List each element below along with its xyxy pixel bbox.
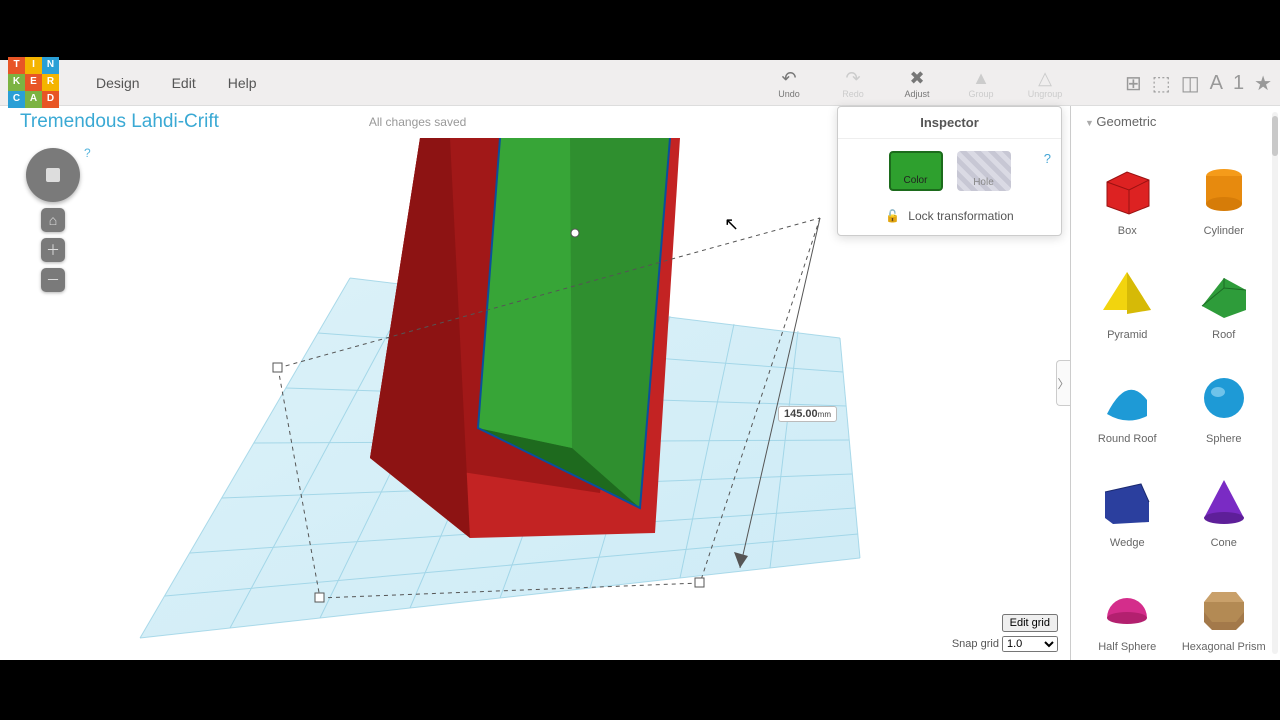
shape-label: Roof bbox=[1212, 329, 1235, 341]
view-icon-5[interactable]: ★ bbox=[1254, 71, 1272, 96]
lock-icon: 🔓 bbox=[885, 209, 900, 223]
color-swatch[interactable]: Color bbox=[889, 151, 943, 191]
shape-thumb-icon bbox=[1189, 365, 1259, 429]
edit-grid-button[interactable]: Edit grid bbox=[1002, 614, 1058, 632]
lock-label: Lock transformation bbox=[908, 209, 1013, 223]
group-button: ▲Group bbox=[961, 68, 1001, 99]
hole-swatch[interactable]: Hole bbox=[957, 151, 1011, 191]
shape-label: Sphere bbox=[1206, 433, 1241, 445]
home-view-button[interactable]: ⌂ bbox=[41, 208, 65, 232]
shape-roof[interactable]: Roof bbox=[1176, 241, 1273, 341]
toolbar: ↶Undo ↷Redo ✖Adjust ▲Group △Ungroup bbox=[769, 60, 1065, 106]
menu-design[interactable]: Design bbox=[80, 60, 156, 106]
inspector-title: Inspector bbox=[838, 107, 1061, 139]
ungroup-icon: △ bbox=[1038, 68, 1052, 88]
undo-label: Undo bbox=[778, 89, 800, 99]
undo-icon: ↶ bbox=[781, 68, 796, 88]
ungroup-label: Ungroup bbox=[1028, 89, 1063, 99]
redo-button: ↷Redo bbox=[833, 68, 873, 99]
undo-button[interactable]: ↶Undo bbox=[769, 68, 809, 99]
shapes-panel: Geometric Box Cylinder Pyramid Roof Round Ro… bbox=[1070, 106, 1280, 660]
ungroup-button: △Ungroup bbox=[1025, 68, 1065, 99]
group-label: Group bbox=[968, 89, 993, 99]
shape-thumb-icon bbox=[1092, 573, 1162, 637]
shape-box[interactable]: Box bbox=[1079, 137, 1176, 237]
grid-controls: Edit grid Snap grid 1.0 bbox=[952, 614, 1058, 652]
shape-pyramid[interactable]: Pyramid bbox=[1079, 241, 1176, 341]
adjust-label: Adjust bbox=[904, 89, 929, 99]
snap-grid-select[interactable]: 1.0 bbox=[1002, 636, 1058, 652]
shape-round-roof[interactable]: Round Roof bbox=[1079, 345, 1176, 445]
adjust-icon: ✖ bbox=[909, 68, 924, 88]
shape-label: Half Sphere bbox=[1098, 641, 1156, 653]
shape-label: Box bbox=[1118, 225, 1137, 237]
view-icon-3[interactable]: A bbox=[1210, 72, 1223, 95]
zoom-in-button[interactable]: ＋ bbox=[41, 238, 65, 262]
document-name[interactable]: Tremendous Lahdi-Crift bbox=[20, 111, 219, 133]
shape-category[interactable]: Geometric bbox=[1071, 106, 1280, 137]
shapes-scrollbar[interactable] bbox=[1272, 112, 1278, 654]
lock-transformation[interactable]: 🔓 Lock transformation bbox=[838, 203, 1061, 235]
view-icon-4[interactable]: 1 bbox=[1233, 72, 1244, 95]
redo-icon: ↷ bbox=[845, 68, 860, 88]
view-icon-2[interactable]: ◫ bbox=[1181, 71, 1200, 96]
inspector-panel: Inspector ? Color Hole 🔓 Lock transforma… bbox=[837, 106, 1062, 236]
dimension-label[interactable]: 145.00mm bbox=[778, 406, 837, 422]
logo[interactable]: TINKERCAD bbox=[8, 57, 60, 109]
menu-help[interactable]: Help bbox=[212, 60, 273, 106]
shape-cylinder[interactable]: Cylinder bbox=[1176, 137, 1273, 237]
menu-edit[interactable]: Edit bbox=[156, 60, 212, 106]
color-swatch-label: Color bbox=[904, 175, 928, 186]
shape-thumb-icon bbox=[1189, 469, 1259, 533]
shape-half-sphere[interactable]: Half Sphere bbox=[1079, 553, 1176, 653]
snap-grid-label: Snap grid bbox=[952, 638, 999, 650]
hole-swatch-label: Hole bbox=[973, 177, 994, 188]
view-mode-icons: ⊞ ⬚ ◫ A1 ★ bbox=[1125, 60, 1272, 106]
save-status: All changes saved bbox=[369, 115, 466, 129]
shape-thumb-icon bbox=[1189, 573, 1259, 637]
view-icon-1[interactable]: ⬚ bbox=[1152, 71, 1171, 96]
shape-thumb-icon bbox=[1092, 365, 1162, 429]
nav-help-icon[interactable]: ? bbox=[84, 146, 91, 160]
shape-label: Cone bbox=[1211, 537, 1237, 549]
shape-thumb-icon bbox=[1189, 261, 1259, 325]
shape-wedge[interactable]: Wedge bbox=[1079, 449, 1176, 549]
shape-sphere[interactable]: Sphere bbox=[1176, 345, 1273, 445]
shape-thumb-icon bbox=[1092, 469, 1162, 533]
shape-thumb-icon bbox=[1092, 157, 1162, 221]
orbit-pad[interactable] bbox=[26, 148, 80, 202]
shape-label: Hexagonal Prism bbox=[1182, 641, 1266, 653]
shape-hexagonal-prism[interactable]: Hexagonal Prism bbox=[1176, 553, 1273, 653]
view-navigator[interactable]: ? ⌂ ＋ － bbox=[26, 148, 80, 292]
zoom-out-button[interactable]: － bbox=[41, 268, 65, 292]
shape-label: Wedge bbox=[1110, 537, 1145, 549]
adjust-button[interactable]: ✖Adjust bbox=[897, 68, 937, 99]
shape-cone[interactable]: Cone bbox=[1176, 449, 1273, 549]
shape-label: Cylinder bbox=[1204, 225, 1244, 237]
shape-label: Round Roof bbox=[1098, 433, 1157, 445]
menubar: TINKERCAD DesignEditHelp ↶Undo ↷Redo ✖Adju… bbox=[0, 60, 1280, 106]
panel-collapse-button[interactable]: 〉 bbox=[1056, 360, 1070, 406]
shape-label: Pyramid bbox=[1107, 329, 1147, 341]
inspector-help-icon[interactable]: ? bbox=[1044, 151, 1051, 166]
view-icon-0[interactable]: ⊞ bbox=[1125, 71, 1142, 96]
redo-label: Redo bbox=[842, 89, 864, 99]
shape-thumb-icon bbox=[1092, 261, 1162, 325]
shape-thumb-icon bbox=[1189, 157, 1259, 221]
group-icon: ▲ bbox=[972, 68, 990, 88]
